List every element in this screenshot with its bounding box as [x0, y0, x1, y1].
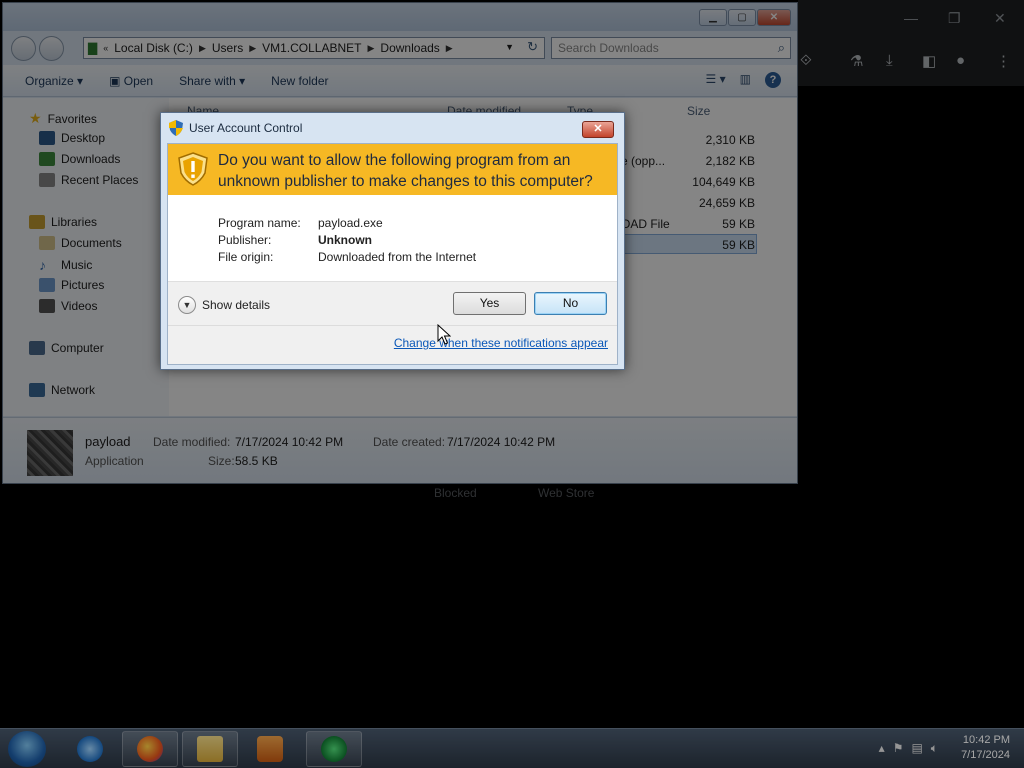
- file-origin-value: Downloaded from the Internet: [318, 250, 477, 264]
- change-notifications-link[interactable]: Change when these notifications appear: [394, 336, 608, 350]
- warning-shield-icon: [178, 152, 208, 186]
- uac-dialog: User Account Control ✕ Do you want to al…: [160, 112, 625, 370]
- show-details-toggle[interactable]: ▼ Show details: [178, 296, 270, 314]
- uac-titlebar: User Account Control: [169, 119, 302, 137]
- uac-warning-banner: Do you want to allow the following progr…: [168, 144, 617, 195]
- footer-divider: [168, 325, 617, 326]
- uac-footer: ▼ Show details Yes No Change when these …: [168, 281, 617, 364]
- uac-content-panel: Do you want to allow the following progr…: [167, 143, 618, 365]
- file-origin-label: File origin:: [218, 250, 274, 264]
- uac-shield-icon: [169, 120, 183, 136]
- uac-question: Do you want to allow the following progr…: [218, 152, 593, 190]
- no-button[interactable]: No: [534, 292, 607, 315]
- publisher-value: Unknown: [318, 233, 372, 247]
- mouse-cursor-icon: [437, 324, 451, 345]
- taskbar-dim-overlay: [0, 728, 1024, 768]
- yes-button[interactable]: Yes: [453, 292, 526, 315]
- show-details-label: Show details: [202, 298, 271, 312]
- uac-title: User Account Control: [189, 121, 303, 135]
- chevron-down-icon[interactable]: ▼: [178, 296, 196, 314]
- program-name-label: Program name:: [218, 216, 301, 230]
- publisher-label: Publisher:: [218, 233, 272, 247]
- program-name-value: payload.exe: [318, 216, 383, 230]
- uac-close-button[interactable]: ✕: [582, 121, 614, 138]
